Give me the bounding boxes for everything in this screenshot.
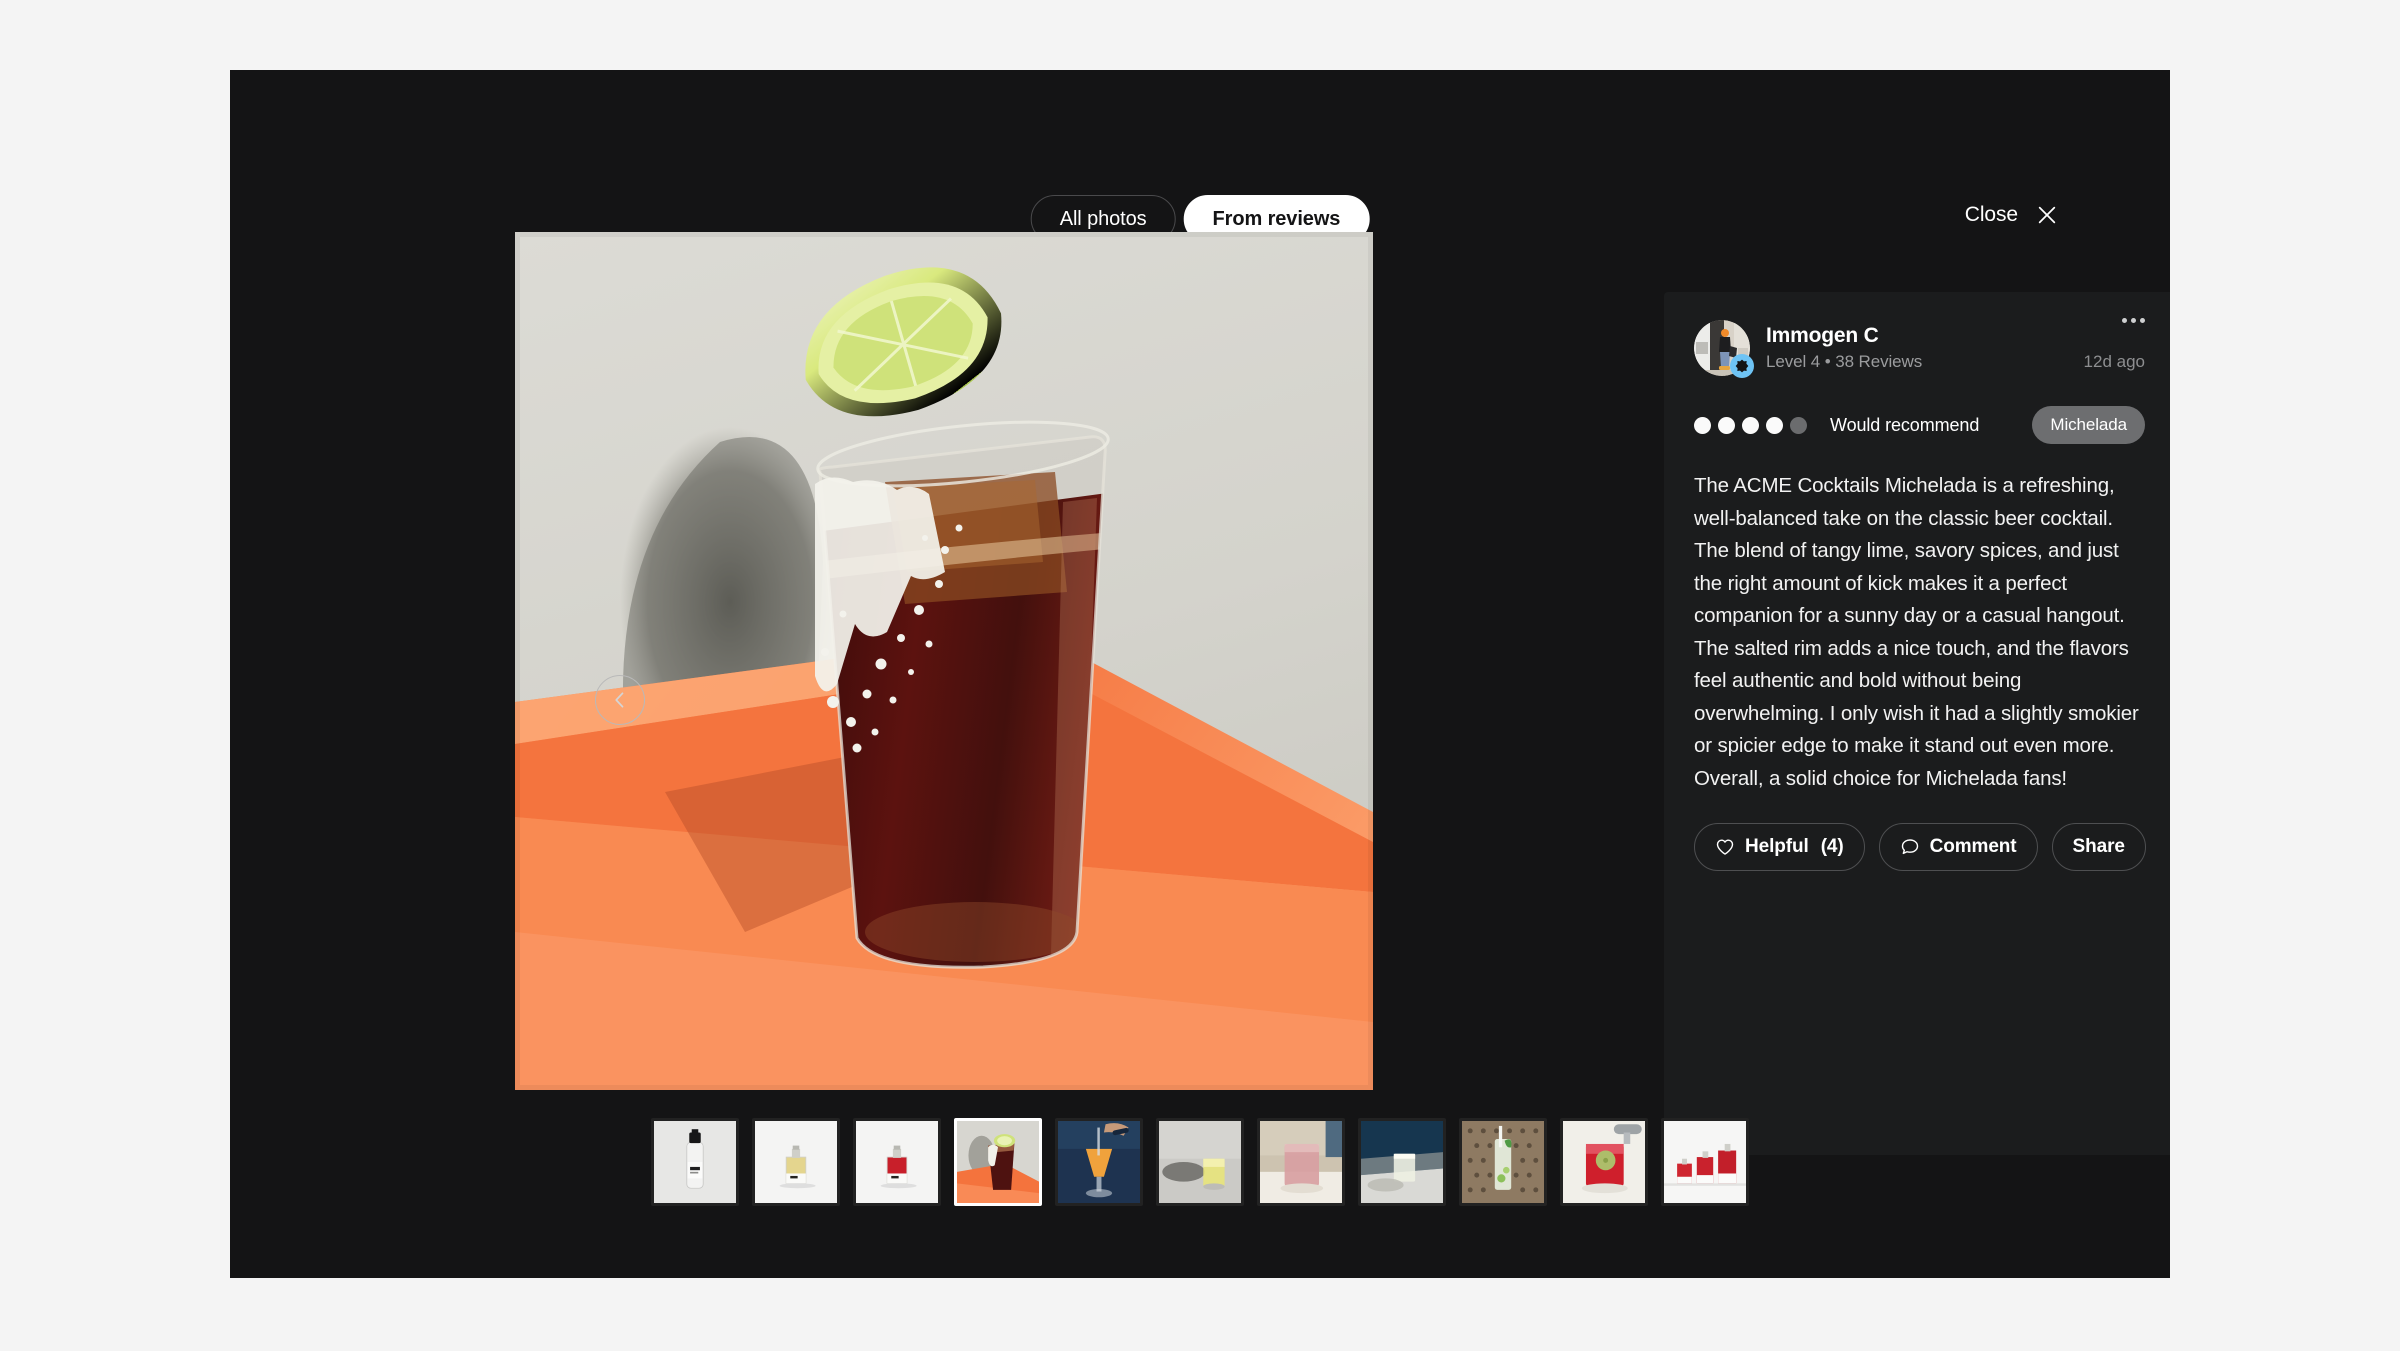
review-header: Immogen C Level 4 • 38 Reviews 12d ago [1694,318,2145,378]
modal-topbar: All photos From reviews Close [230,70,2170,243]
review-author-meta: Level 4 • 38 Reviews [1766,352,1923,371]
verified-badge-icon [1735,359,1749,373]
thumbnail-image [755,1121,837,1203]
thumbnail-image [856,1121,938,1203]
thumbnail-clear-drink-dockside[interactable] [1358,1118,1446,1206]
page-root: All photos From reviews Close Immogen C … [0,0,2400,1351]
michelada-photograph [515,232,1373,1090]
more-horizontal-icon [2140,318,2145,323]
share-label: Share [2072,836,2125,857]
close-button[interactable]: Close [1965,203,2058,227]
helpful-count: (4) [1820,836,1844,857]
share-button[interactable]: Share [2051,823,2146,871]
review-timestamp: 12d ago [2083,352,2145,371]
more-horizontal-icon [2122,318,2127,323]
rating-dot-empty [1790,416,1807,434]
thumbnail-yellow-drink-concrete[interactable] [1156,1118,1244,1206]
review-text: The ACME Cocktails Michelada is a refres… [1694,474,2139,790]
tab-all-photos-label: All photos [1059,207,1147,230]
thumbnail-image [1664,1121,1746,1203]
comment-button[interactable]: Comment [1878,823,2038,871]
thumbnail-image [1462,1121,1544,1203]
thumbnail-pink-drink-table[interactable] [1257,1118,1345,1206]
thumbnail-orange-cocktail-stirred[interactable] [1055,1118,1143,1206]
thumbnail-image [1058,1121,1140,1203]
thumbnail-acme-bottle-trio[interactable] [1661,1118,1749,1206]
thumbnail-red-cocktail-napkin[interactable] [1560,1118,1648,1206]
thumbnail-image [1361,1121,1443,1203]
review-author-block: Immogen C Level 4 • 38 Reviews [1766,324,1922,372]
heart-icon [1716,839,1734,855]
thumbnail-image [1159,1121,1241,1203]
thumbnail-image [1260,1121,1342,1203]
photo-lightbox-modal: All photos From reviews Close Immogen C … [230,70,2170,1278]
rating-dots [1694,416,1807,434]
tab-from-reviews-label: From reviews [1212,207,1341,230]
rating-dot-filled [1766,416,1783,434]
thumbnail-acme-clear-bottle[interactable] [651,1118,739,1206]
thumbnail-image [957,1121,1039,1203]
thumbnail-acme-amber-flask[interactable] [752,1118,840,1206]
review-more-menu-button[interactable] [2122,318,2145,323]
thumbnail-image [654,1121,736,1203]
would-recommend-label: Would recommend [1830,414,1980,435]
review-action-bar: Helpful (4) Comment Share [1694,823,2146,871]
verified-badge [1730,354,1754,378]
helpful-button[interactable]: Helpful (4) [1694,823,1865,871]
close-button-label: Close [1964,203,2018,226]
more-horizontal-icon [2131,318,2136,323]
review-rating-row: Would recommend Michelada [1694,406,2145,444]
thumbnail-mojito-mesh-table[interactable] [1459,1118,1547,1206]
rating-dot-filled [1718,416,1735,434]
hero-photo[interactable] [515,232,1373,1090]
close-x-icon [2038,206,2056,224]
thumbnail-michelada-orange-ledge[interactable] [954,1118,1042,1206]
thumbnail-strip [651,1118,1749,1206]
rating-dot-filled [1694,416,1711,434]
rating-dot-filled [1742,416,1759,434]
review-panel: Immogen C Level 4 • 38 Reviews 12d ago W… [1664,292,2170,1155]
product-tag[interactable]: Michelada [2032,406,2145,444]
comment-label: Comment [1929,836,2017,857]
avatar[interactable] [1694,320,1754,378]
chevron-left-icon [615,692,624,708]
helpful-label: Helpful [1745,836,1809,857]
review-author-name: Immogen C [1766,324,1879,347]
previous-photo-button[interactable] [595,675,645,725]
comment-bubble-icon [1901,839,1918,855]
thumbnail-image [1563,1121,1645,1203]
thumbnail-acme-red-flask[interactable] [853,1118,941,1206]
